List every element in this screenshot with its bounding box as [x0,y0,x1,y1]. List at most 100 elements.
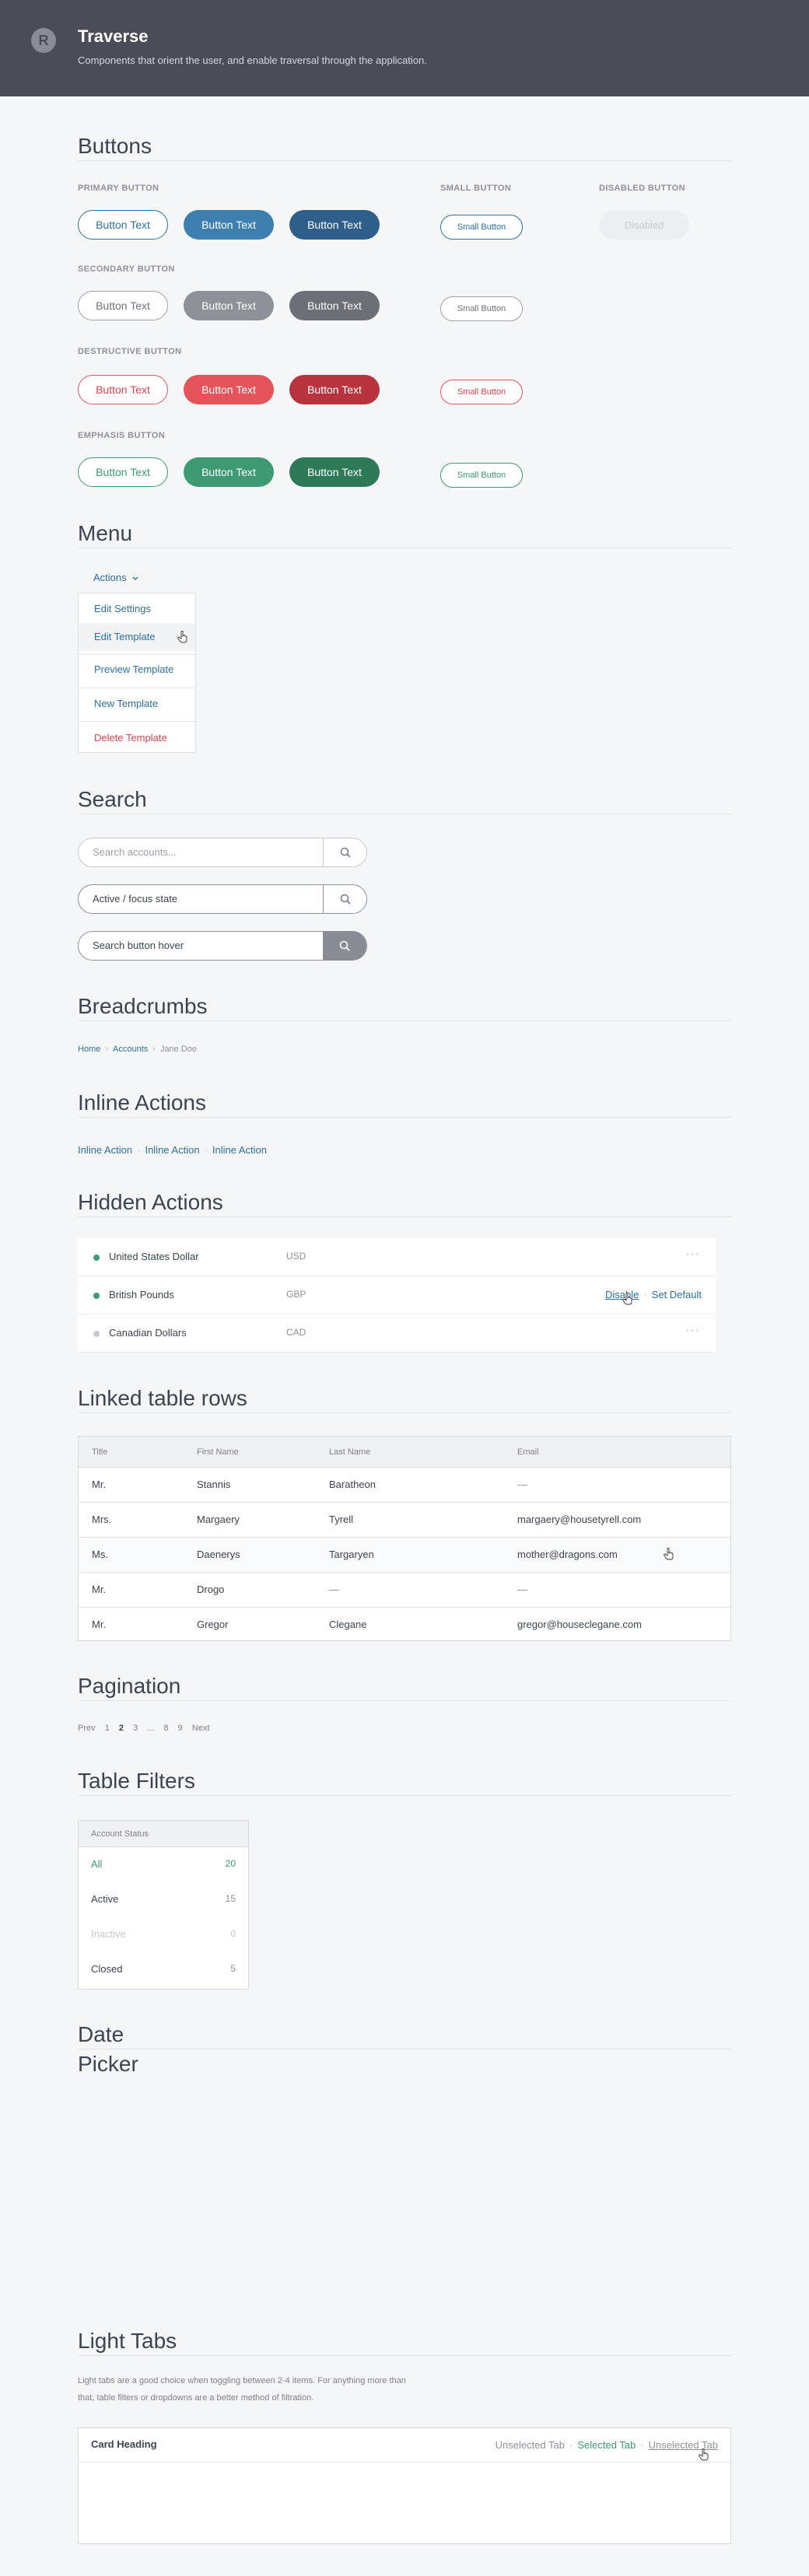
cell-email: margaery@housetyrell.com [517,1514,642,1525]
tab-unselected[interactable]: Unselected Tab [496,2439,565,2451]
list-item[interactable]: Canadian Dollars CAD ··· [78,1314,716,1353]
primary-solid-button[interactable]: Button Text [184,210,274,240]
hidden-actions-heading: Hidden Actions [78,1190,223,1214]
filter-count: 20 [225,1858,236,1869]
filter-item-inactive[interactable]: Inactive 0 [79,1917,248,1952]
page-current[interactable]: 2 [119,1724,124,1733]
search-field-hover [78,931,367,961]
currency-name: Canadian Dollars [109,1327,187,1339]
search-button[interactable] [323,838,366,867]
search-input-hover[interactable] [93,940,318,951]
disabled-button: Disabled [599,210,689,240]
menu-divider [79,721,195,722]
hand-cursor-icon [664,1548,674,1560]
breadcrumb-home[interactable]: Home [78,1045,100,1054]
inline-actions: Inline Action · Inline Action · Inline Actio… [78,1144,267,1156]
emphasis-dark-button[interactable]: Button Text [289,457,380,487]
destructive-dark-button[interactable]: Button Text [289,375,380,404]
filter-item-active[interactable]: Active 15 [79,1882,248,1917]
table-row[interactable]: Mrs. Margaery Tyrell margaery@housetyrel… [79,1503,730,1538]
table-row[interactable]: Mr. Stannis Baratheon — [79,1468,730,1503]
menu-item-delete-template[interactable]: Delete Template [79,724,195,752]
inline-action-link[interactable]: Inline Action [145,1144,199,1156]
emphasis-button-label: EMPHASIS BUTTON [78,431,166,440]
set-default-link[interactable]: Set Default [652,1289,702,1300]
secondary-small-button[interactable]: Small Button [440,296,523,321]
tab-separator: · [640,2439,644,2451]
list-item[interactable]: British Pounds GBP Disable · Set Default [78,1276,716,1314]
table-filters-heading: Table Filters [78,1769,195,1793]
tab-selected[interactable]: Selected Tab [577,2439,636,2451]
page-link[interactable]: 8 [163,1724,168,1733]
cell-title: Mr. [92,1584,107,1595]
cell-email: — [517,1584,527,1595]
secondary-dark-button[interactable]: Button Text [289,291,380,320]
card: Card Heading Unselected Tab · Selected Tab… [78,2427,731,2544]
linked-table-heading: Linked table rows [78,1386,247,1410]
table-header: Title First Name Last Name Email [79,1437,730,1468]
currency-code: CAD [286,1327,306,1338]
section-divider [78,160,731,161]
actions-dropdown-trigger[interactable]: Actions [93,572,138,583]
search-input-active[interactable] [93,893,318,905]
menu-item-new-template[interactable]: New Template [79,690,195,718]
section-divider [78,1700,731,1701]
currency-code: GBP [286,1289,306,1300]
pagination-prev[interactable]: Prev [78,1724,96,1733]
logo: R [31,28,56,53]
cell-last-name: Baratheon [329,1479,376,1490]
more-icon[interactable]: ··· [685,1324,700,1338]
filter-item-closed[interactable]: Closed 5 [79,1952,248,1987]
emphasis-small-button[interactable]: Small Button [440,463,523,488]
currency-name: British Pounds [109,1289,174,1300]
cell-title: Mr. [92,1619,107,1630]
buttons-heading: Buttons [78,134,152,158]
destructive-solid-button[interactable]: Button Text [184,375,274,404]
breadcrumb-separator: › [152,1045,156,1054]
primary-dark-button[interactable]: Button Text [289,210,380,240]
cell-last-name: Targaryen [329,1549,374,1560]
secondary-solid-button[interactable]: Button Text [184,291,274,320]
breadcrumb-accounts[interactable]: Accounts [113,1045,148,1054]
cell-title: Ms. [92,1549,108,1560]
search-button-hover[interactable] [323,931,366,961]
filter-label: Inactive [91,1928,126,1940]
list-item[interactable]: United States Dollar USD ··· [78,1238,716,1276]
cell-email: — [517,1479,527,1490]
section-divider [78,1216,731,1217]
card-header: Card Heading Unselected Tab · Selected Tab… [79,2428,730,2462]
pagination-heading: Pagination [78,1674,181,1698]
card-heading: Card Heading [91,2438,157,2450]
search-icon [340,847,351,858]
primary-small-button[interactable]: Small Button [440,215,523,240]
menu-item-preview-template[interactable]: Preview Template [79,656,195,684]
page-link[interactable]: 3 [133,1724,138,1733]
cell-email: mother@dragons.com [517,1549,618,1560]
emphasis-solid-button[interactable]: Button Text [184,457,274,487]
filter-label: All [91,1858,103,1870]
cell-last-name: Clegane [329,1619,367,1630]
table-row[interactable]: Ms. Daenerys Targaryen mother@dragons.co… [79,1538,730,1573]
table-row[interactable]: Mr. Gregor Clegane gregor@houseclegane.c… [79,1608,730,1643]
secondary-outline-button[interactable]: Button Text [78,291,168,320]
currency-name: United States Dollar [109,1251,199,1262]
pagination: Prev 1 2 3 ... 8 9 Next [78,1724,216,1733]
table-row[interactable]: Mr. Drogo — — [79,1573,730,1608]
more-icon[interactable]: ··· [685,1248,700,1262]
tab-separator: · [569,2439,573,2451]
destructive-small-button[interactable]: Small Button [440,380,523,404]
page-link[interactable]: 1 [105,1724,110,1733]
primary-outline-button[interactable]: Button Text [78,210,168,240]
inline-action-link[interactable]: Inline Action [212,1144,267,1156]
inline-action-link[interactable]: Inline Action [78,1144,132,1156]
page-link[interactable]: 9 [178,1724,183,1733]
emphasis-outline-button[interactable]: Button Text [78,457,168,487]
pagination-next[interactable]: Next [192,1724,210,1733]
search-input[interactable] [93,846,318,858]
disabled-button-label: DISABLED BUTTON [599,184,685,193]
menu-item-edit-settings[interactable]: Edit Settings [79,595,195,623]
filter-item-all[interactable]: All 20 [79,1847,248,1882]
column-header: Title [92,1447,108,1457]
destructive-outline-button[interactable]: Button Text [78,375,168,404]
search-button[interactable] [323,884,366,914]
